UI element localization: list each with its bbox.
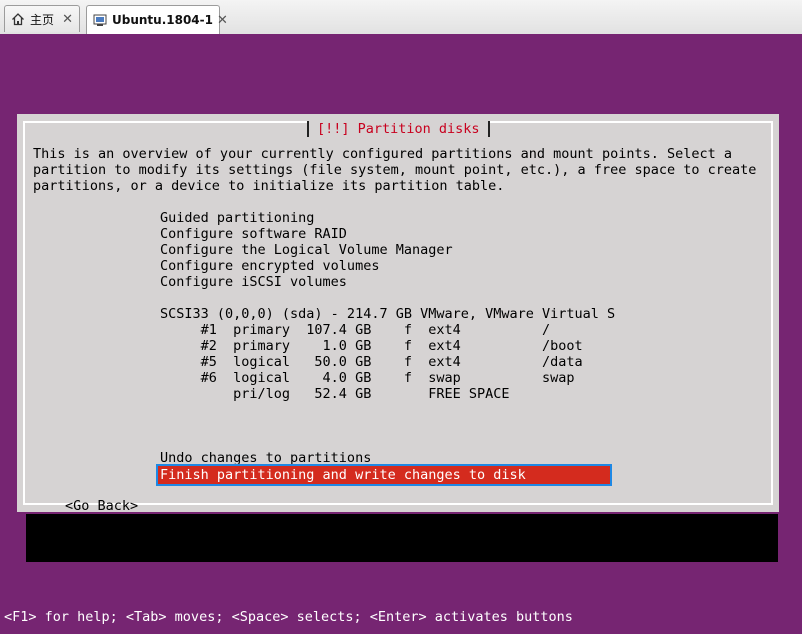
tab-home[interactable]: 主页 ✕ (4, 5, 80, 32)
menu-undo-changes[interactable]: Undo changes to partitions (160, 450, 371, 466)
tab-home-label: 主页 (30, 12, 55, 27)
menu-configure-iscsi[interactable]: Configure iSCSI volumes (160, 274, 347, 290)
disk-entry[interactable]: SCSI33 (0,0,0) (sda) - 214.7 GB VMware, … (160, 306, 615, 322)
free-space-row[interactable]: pri/log 52.4 GB FREE SPACE (160, 386, 509, 402)
close-icon[interactable]: ✕ (217, 13, 228, 28)
partition-row[interactable]: #6 logical 4.0 GB f swap swap (160, 370, 575, 386)
partition-row[interactable]: #2 primary 1.0 GB f ext4 /boot (160, 338, 583, 354)
status-bar: <F1> for help; <Tab> moves; <Space> sele… (4, 609, 573, 625)
partition-row[interactable]: #1 primary 107.4 GB f ext4 / (160, 322, 551, 338)
vm-icon (93, 14, 107, 26)
intro-line: partition to modify its settings (file s… (33, 162, 757, 178)
menu-configure-encrypted[interactable]: Configure encrypted volumes (160, 258, 379, 274)
tab-ubuntu-vm[interactable]: Ubuntu.1804-1 ✕ (86, 5, 228, 34)
intro-line: This is an overview of your currently co… (33, 146, 732, 162)
tab-bar: 主页 ✕ Ubuntu.1804-1 ✕ (0, 0, 802, 35)
menu-configure-raid[interactable]: Configure software RAID (160, 226, 347, 242)
menu-guided-partitioning[interactable]: Guided partitioning (160, 210, 314, 226)
menu-configure-lvm[interactable]: Configure the Logical Volume Manager (160, 242, 453, 258)
partition-dialog: [!!] Partition disks This is an overview… (17, 114, 779, 514)
tab-vm-label: Ubuntu.1804-1 (112, 13, 213, 27)
go-back-button[interactable]: <Go Back> (65, 498, 138, 514)
dialog-title: [!!] Partition disks (307, 121, 490, 137)
home-icon (12, 13, 24, 26)
vm-console[interactable]: [!!] Partition disks This is an overview… (0, 34, 802, 634)
partition-row[interactable]: #5 logical 50.0 GB f ext4 /data (160, 354, 583, 370)
dialog-shadow (26, 514, 778, 562)
menu-finish-partitioning[interactable]: Finish partitioning and write changes to… (156, 464, 612, 486)
intro-line: partitions, or a device to initialize it… (33, 178, 505, 194)
close-icon[interactable]: ✕ (62, 12, 73, 27)
